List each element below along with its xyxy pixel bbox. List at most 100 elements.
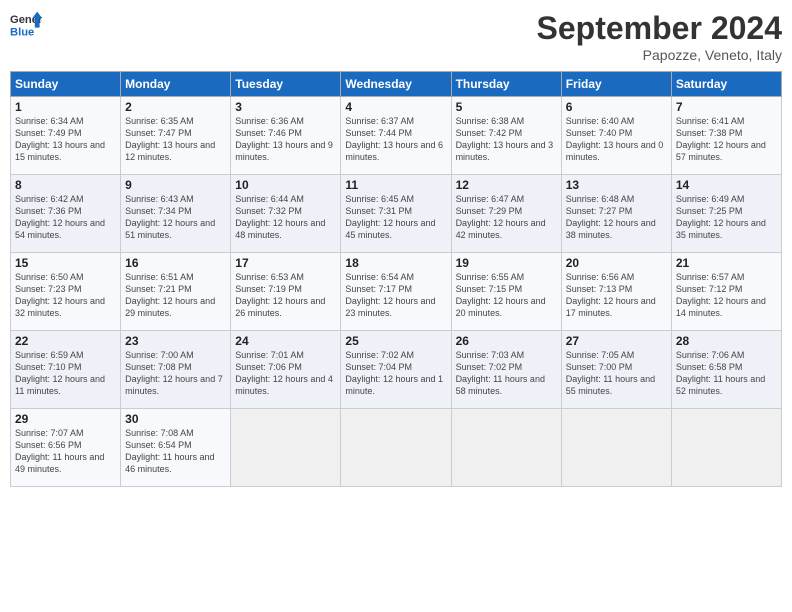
- day-number: 12: [456, 178, 557, 192]
- day-details: Sunrise: 6:50 AMSunset: 7:23 PMDaylight:…: [15, 271, 116, 320]
- calendar-cell: 29Sunrise: 7:07 AMSunset: 6:56 PMDayligh…: [11, 409, 121, 487]
- day-number: 10: [235, 178, 336, 192]
- calendar-cell: 11Sunrise: 6:45 AMSunset: 7:31 PMDayligh…: [341, 175, 451, 253]
- day-number: 2: [125, 100, 226, 114]
- day-number: 1: [15, 100, 116, 114]
- day-number: 24: [235, 334, 336, 348]
- day-details: Sunrise: 6:57 AMSunset: 7:12 PMDaylight:…: [676, 271, 777, 320]
- calendar-cell: [451, 409, 561, 487]
- calendar-cell: 27Sunrise: 7:05 AMSunset: 7:00 PMDayligh…: [561, 331, 671, 409]
- day-number: 6: [566, 100, 667, 114]
- calendar-cell: 18Sunrise: 6:54 AMSunset: 7:17 PMDayligh…: [341, 253, 451, 331]
- day-number: 3: [235, 100, 336, 114]
- day-number: 30: [125, 412, 226, 426]
- day-details: Sunrise: 6:36 AMSunset: 7:46 PMDaylight:…: [235, 115, 336, 164]
- day-details: Sunrise: 7:05 AMSunset: 7:00 PMDaylight:…: [566, 349, 667, 398]
- day-details: Sunrise: 6:45 AMSunset: 7:31 PMDaylight:…: [345, 193, 446, 242]
- title-block: September 2024 Papozze, Veneto, Italy: [537, 10, 782, 63]
- day-number: 8: [15, 178, 116, 192]
- day-details: Sunrise: 6:51 AMSunset: 7:21 PMDaylight:…: [125, 271, 226, 320]
- calendar-cell: 24Sunrise: 7:01 AMSunset: 7:06 PMDayligh…: [231, 331, 341, 409]
- page-header: GeneralBlue September 2024 Papozze, Vene…: [10, 10, 782, 63]
- day-details: Sunrise: 6:59 AMSunset: 7:10 PMDaylight:…: [15, 349, 116, 398]
- calendar-cell: 2Sunrise: 6:35 AMSunset: 7:47 PMDaylight…: [121, 97, 231, 175]
- calendar-cell: [561, 409, 671, 487]
- logo-icon: GeneralBlue: [10, 10, 42, 42]
- calendar-cell: 7Sunrise: 6:41 AMSunset: 7:38 PMDaylight…: [671, 97, 781, 175]
- calendar-cell: 28Sunrise: 7:06 AMSunset: 6:58 PMDayligh…: [671, 331, 781, 409]
- calendar-cell: 8Sunrise: 6:42 AMSunset: 7:36 PMDaylight…: [11, 175, 121, 253]
- calendar-cell: 19Sunrise: 6:55 AMSunset: 7:15 PMDayligh…: [451, 253, 561, 331]
- day-details: Sunrise: 7:07 AMSunset: 6:56 PMDaylight:…: [15, 427, 116, 476]
- day-number: 20: [566, 256, 667, 270]
- calendar-cell: 23Sunrise: 7:00 AMSunset: 7:08 PMDayligh…: [121, 331, 231, 409]
- day-number: 14: [676, 178, 777, 192]
- day-details: Sunrise: 6:35 AMSunset: 7:47 PMDaylight:…: [125, 115, 226, 164]
- day-details: Sunrise: 7:00 AMSunset: 7:08 PMDaylight:…: [125, 349, 226, 398]
- day-number: 29: [15, 412, 116, 426]
- day-number: 15: [15, 256, 116, 270]
- day-details: Sunrise: 6:37 AMSunset: 7:44 PMDaylight:…: [345, 115, 446, 164]
- month-title: September 2024: [537, 10, 782, 47]
- calendar-cell: 21Sunrise: 6:57 AMSunset: 7:12 PMDayligh…: [671, 253, 781, 331]
- day-number: 27: [566, 334, 667, 348]
- day-header: Wednesday: [341, 72, 451, 97]
- day-details: Sunrise: 7:08 AMSunset: 6:54 PMDaylight:…: [125, 427, 226, 476]
- day-number: 19: [456, 256, 557, 270]
- calendar-cell: 3Sunrise: 6:36 AMSunset: 7:46 PMDaylight…: [231, 97, 341, 175]
- calendar-cell: [341, 409, 451, 487]
- calendar-cell: 17Sunrise: 6:53 AMSunset: 7:19 PMDayligh…: [231, 253, 341, 331]
- day-number: 11: [345, 178, 446, 192]
- day-number: 9: [125, 178, 226, 192]
- day-details: Sunrise: 7:03 AMSunset: 7:02 PMDaylight:…: [456, 349, 557, 398]
- day-number: 21: [676, 256, 777, 270]
- day-details: Sunrise: 6:53 AMSunset: 7:19 PMDaylight:…: [235, 271, 336, 320]
- calendar-cell: 13Sunrise: 6:48 AMSunset: 7:27 PMDayligh…: [561, 175, 671, 253]
- calendar-cell: 1Sunrise: 6:34 AMSunset: 7:49 PMDaylight…: [11, 97, 121, 175]
- calendar-cell: 6Sunrise: 6:40 AMSunset: 7:40 PMDaylight…: [561, 97, 671, 175]
- day-header: Sunday: [11, 72, 121, 97]
- day-details: Sunrise: 6:41 AMSunset: 7:38 PMDaylight:…: [676, 115, 777, 164]
- day-details: Sunrise: 6:47 AMSunset: 7:29 PMDaylight:…: [456, 193, 557, 242]
- calendar-cell: 15Sunrise: 6:50 AMSunset: 7:23 PMDayligh…: [11, 253, 121, 331]
- day-details: Sunrise: 6:34 AMSunset: 7:49 PMDaylight:…: [15, 115, 116, 164]
- day-details: Sunrise: 6:38 AMSunset: 7:42 PMDaylight:…: [456, 115, 557, 164]
- day-details: Sunrise: 7:01 AMSunset: 7:06 PMDaylight:…: [235, 349, 336, 398]
- day-header: Tuesday: [231, 72, 341, 97]
- day-number: 22: [15, 334, 116, 348]
- calendar-cell: 5Sunrise: 6:38 AMSunset: 7:42 PMDaylight…: [451, 97, 561, 175]
- calendar-table: SundayMondayTuesdayWednesdayThursdayFrid…: [10, 71, 782, 487]
- day-details: Sunrise: 6:48 AMSunset: 7:27 PMDaylight:…: [566, 193, 667, 242]
- calendar-cell: 10Sunrise: 6:44 AMSunset: 7:32 PMDayligh…: [231, 175, 341, 253]
- logo: GeneralBlue: [10, 10, 42, 42]
- calendar-cell: 4Sunrise: 6:37 AMSunset: 7:44 PMDaylight…: [341, 97, 451, 175]
- day-details: Sunrise: 6:43 AMSunset: 7:34 PMDaylight:…: [125, 193, 226, 242]
- day-details: Sunrise: 6:49 AMSunset: 7:25 PMDaylight:…: [676, 193, 777, 242]
- day-number: 17: [235, 256, 336, 270]
- day-details: Sunrise: 6:55 AMSunset: 7:15 PMDaylight:…: [456, 271, 557, 320]
- svg-text:Blue: Blue: [10, 27, 34, 39]
- day-number: 23: [125, 334, 226, 348]
- day-details: Sunrise: 6:42 AMSunset: 7:36 PMDaylight:…: [15, 193, 116, 242]
- day-header: Monday: [121, 72, 231, 97]
- day-details: Sunrise: 7:02 AMSunset: 7:04 PMDaylight:…: [345, 349, 446, 398]
- day-details: Sunrise: 6:54 AMSunset: 7:17 PMDaylight:…: [345, 271, 446, 320]
- calendar-cell: 20Sunrise: 6:56 AMSunset: 7:13 PMDayligh…: [561, 253, 671, 331]
- calendar-cell: 14Sunrise: 6:49 AMSunset: 7:25 PMDayligh…: [671, 175, 781, 253]
- day-number: 13: [566, 178, 667, 192]
- day-number: 26: [456, 334, 557, 348]
- day-number: 25: [345, 334, 446, 348]
- day-details: Sunrise: 6:40 AMSunset: 7:40 PMDaylight:…: [566, 115, 667, 164]
- day-header: Thursday: [451, 72, 561, 97]
- day-details: Sunrise: 6:56 AMSunset: 7:13 PMDaylight:…: [566, 271, 667, 320]
- day-details: Sunrise: 7:06 AMSunset: 6:58 PMDaylight:…: [676, 349, 777, 398]
- day-number: 28: [676, 334, 777, 348]
- calendar-cell: [671, 409, 781, 487]
- day-header: Friday: [561, 72, 671, 97]
- calendar-cell: 16Sunrise: 6:51 AMSunset: 7:21 PMDayligh…: [121, 253, 231, 331]
- calendar-cell: 25Sunrise: 7:02 AMSunset: 7:04 PMDayligh…: [341, 331, 451, 409]
- calendar-cell: 9Sunrise: 6:43 AMSunset: 7:34 PMDaylight…: [121, 175, 231, 253]
- calendar-cell: [231, 409, 341, 487]
- calendar-cell: 12Sunrise: 6:47 AMSunset: 7:29 PMDayligh…: [451, 175, 561, 253]
- day-number: 5: [456, 100, 557, 114]
